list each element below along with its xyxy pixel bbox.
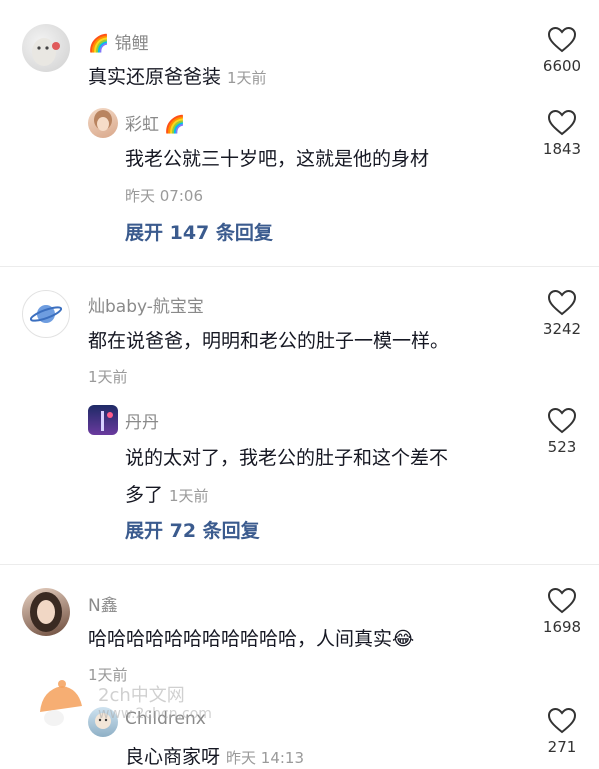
comment-username[interactable]: 灿baby-航宝宝 <box>88 292 204 317</box>
avatar-image <box>30 592 62 632</box>
heart-outline-icon <box>548 110 576 136</box>
like-button[interactable]: 523 <box>532 408 592 456</box>
like-count: 6600 <box>542 57 582 75</box>
like-button[interactable]: 271 <box>532 708 592 756</box>
comment-text[interactable]: 都在说爸爸，明明和老公的肚子一模一样。 <box>88 326 449 353</box>
rainbow-icon: 🌈 <box>88 34 110 54</box>
laugh-cry-emoji-icon: 😂 <box>392 628 415 650</box>
reply-username[interactable]: 彩虹 🌈 <box>125 110 186 135</box>
watermark-url: www.2chcn.com <box>98 706 212 722</box>
rainbow-icon: 🌈 <box>164 115 186 135</box>
reply-avatar[interactable] <box>88 405 118 435</box>
like-count: 271 <box>547 738 577 756</box>
heart-outline-icon <box>548 27 576 53</box>
reply-time: 1天前 <box>169 487 209 505</box>
comment-username[interactable]: 🌈 锦鲤 <box>88 29 149 54</box>
avatar[interactable] <box>22 24 70 72</box>
like-button[interactable]: 1843 <box>532 110 592 158</box>
comment-text[interactable]: 真实还原爸爸装 1天前 <box>88 62 267 89</box>
divider <box>0 266 599 267</box>
divider <box>0 564 599 565</box>
avatar[interactable] <box>22 588 70 636</box>
like-count: 3242 <box>542 320 582 338</box>
like-count: 1698 <box>542 618 582 636</box>
avatar[interactable] <box>22 290 70 338</box>
watermark-hat-icon <box>40 680 82 726</box>
like-button[interactable]: 6600 <box>532 27 592 75</box>
reply-text-line1[interactable]: 说的太对了，我老公的肚子和这个差不 <box>125 443 448 470</box>
like-button[interactable]: 3242 <box>532 290 592 338</box>
watermark-logo <box>34 672 90 732</box>
heart-outline-icon <box>548 290 576 316</box>
reply-username[interactable]: 丹丹 <box>125 408 159 433</box>
reply-text[interactable]: 我老公就三十岁吧，这就是他的身材 <box>125 144 429 171</box>
like-count: 1843 <box>542 140 582 158</box>
heart-outline-icon <box>548 588 576 614</box>
expand-replies-button[interactable]: 展开 72 条回复 <box>125 516 260 543</box>
reply-avatar[interactable] <box>88 108 118 138</box>
like-count: 523 <box>547 438 577 456</box>
comment-username[interactable]: N鑫 <box>88 591 118 616</box>
avatar-image <box>94 110 112 131</box>
reply-text-line2[interactable]: 多了 1天前 <box>125 480 209 507</box>
reply-time: 昨天 14:13 <box>226 749 305 767</box>
like-button[interactable]: 1698 <box>532 588 592 636</box>
avatar-image <box>32 38 60 66</box>
comment-time: 1天前 <box>88 368 128 386</box>
planet-icon <box>29 305 63 323</box>
watermark-text: 2ch中文网 <box>98 685 185 706</box>
heart-outline-icon <box>548 708 576 734</box>
reply-time: 昨天 07:06 <box>125 187 203 205</box>
comment-time: 1天前 <box>227 69 267 87</box>
avatar-image <box>101 411 113 431</box>
expand-replies-button[interactable]: 展开 147 条回复 <box>125 218 273 245</box>
reply-text[interactable]: 良心商家呀 昨天 14:13 <box>125 742 304 769</box>
comment-text[interactable]: 哈哈哈哈哈哈哈哈哈哈哈，人间真实😂 <box>88 624 414 651</box>
heart-outline-icon <box>548 408 576 434</box>
